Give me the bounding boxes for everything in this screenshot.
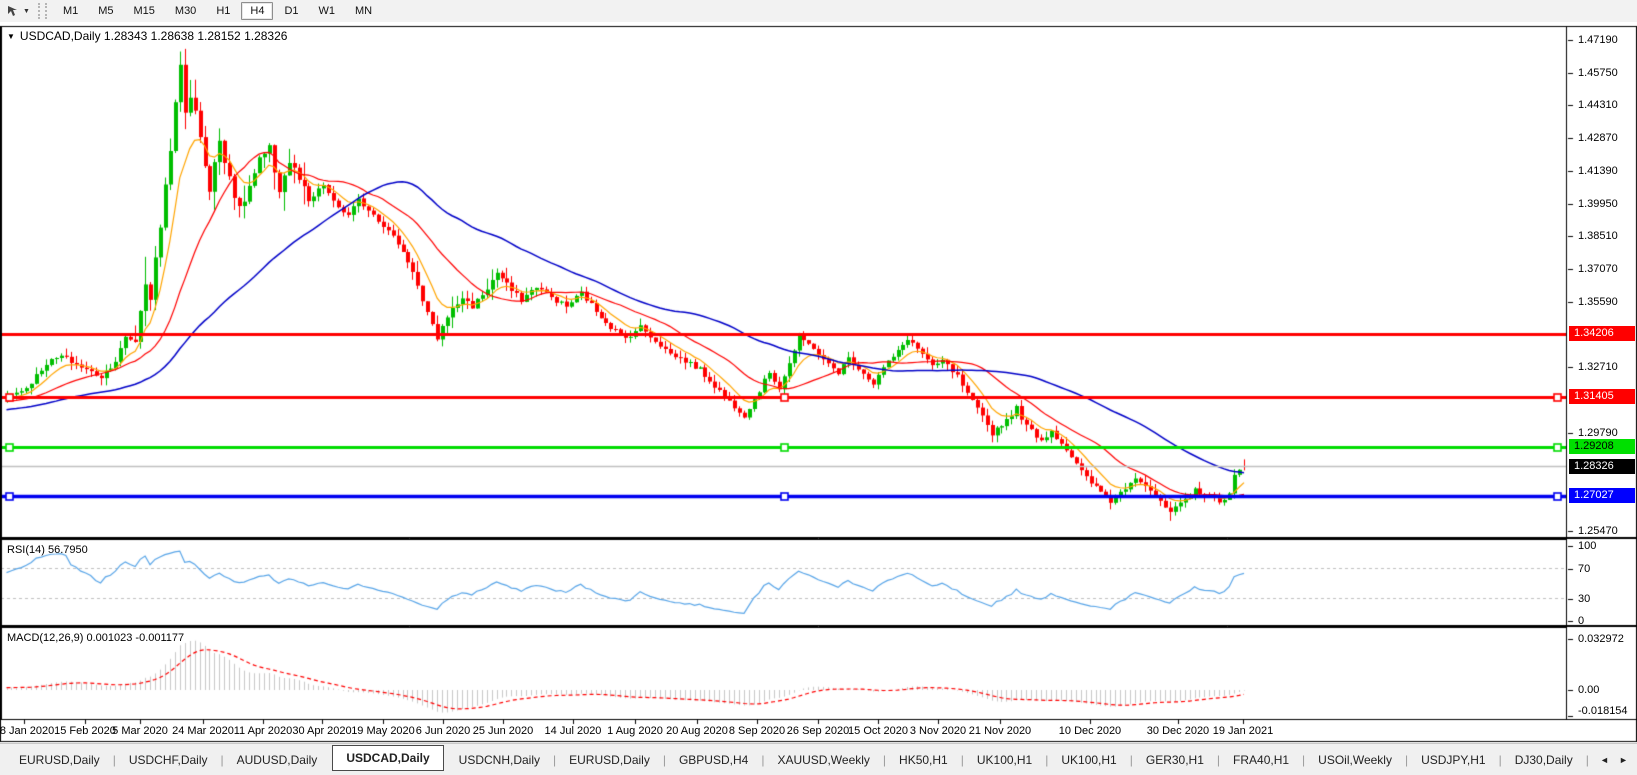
chart-window: ▼ USDCAD,Daily 1.28343 1.28638 1.28152 1.… [0,22,1637,743]
tab-eurusd-daily[interactable]: EURUSD,Daily [556,744,663,775]
timeframe-button-m30[interactable]: M30 [166,2,205,20]
tabs-scroll-right-icon[interactable]: ► [1619,755,1628,765]
timeframe-button-h1[interactable]: H1 [207,2,239,20]
tab-audusd-daily[interactable]: AUDUSD,Daily [224,744,331,775]
tab-label: XAUUSD,Weekly [777,752,870,767]
tab-fra40-h1[interactable]: FRA40,H1 [1220,744,1302,775]
tab-gbpusd-h4[interactable]: GBPUSD,H4 [666,744,761,775]
timeframe-button-d1[interactable]: D1 [275,2,307,20]
chart-tool-icon[interactable] [3,3,23,19]
tab-usdjpy-h1[interactable]: USDJPY,H1 [1408,744,1498,775]
tab-label: GBPUSD,H4 [678,752,749,767]
timeframe-button-h4[interactable]: H4 [241,2,274,20]
tab-ger30-h1[interactable]: GER30,H1 [1133,744,1217,775]
tab-label: FRA40,H1 [1233,752,1290,767]
tab-uk100-h1[interactable]: UK100,H1 [964,744,1045,775]
tab-label: USDJPY,H1 [1421,752,1486,767]
timeframe-button-m1[interactable]: M1 [54,2,87,20]
tab-usdchf-daily[interactable]: USDCHF,Daily [116,744,221,775]
tab-label: USDCAD,Daily [346,751,430,765]
tab-hk50-h1[interactable]: HK50,H1 [886,744,961,775]
tab-usoil-weekly[interactable]: USOil,Weekly [1305,744,1405,775]
tab-label: USDCNH,Daily [458,752,541,767]
timeframe-button-mn[interactable]: MN [346,2,381,20]
tab-eurusd-daily[interactable]: EURUSD,Daily [6,744,113,775]
tab-label: EURUSD,Daily [19,752,100,767]
timeframe-button-m5[interactable]: M5 [89,2,122,20]
tab-label: UK100,H1 [1061,752,1117,767]
tab-dj30-daily[interactable]: DJ30,Daily [1502,744,1586,775]
tab-xauusd-weekly[interactable]: XAUUSD,Weekly [764,744,882,775]
tab-label: EURUSD,Daily [569,752,650,767]
tab-label: USOil,Weekly [1318,752,1392,767]
symbol-tabbar: EURUSD,Daily | USDCHF,Daily | AUDUSD,Daily US… [0,743,1637,775]
tab-usdcnh-daily[interactable]: USDCNH,Daily [446,744,553,775]
toolbar-grip[interactable] [37,3,47,19]
tab-uk100-h1[interactable]: UK100,H1 [1048,744,1129,775]
tab-label: GER30,H1 [1145,752,1204,767]
tab-label: USDCHF,Daily [128,752,208,767]
timeframe-button-w1[interactable]: W1 [310,2,345,20]
tabs-scroll-left-icon[interactable]: ◄ [1600,755,1609,765]
timeframe-button-m15[interactable]: M15 [125,2,164,20]
tab-label: HK50,H1 [899,752,948,767]
tab-label: DJ30,Daily [1514,752,1573,767]
timeframe-toolbar: ▼ M1 M5 M15 M30 H1 H4 D1 W1 MN [0,0,1637,23]
chart-canvas[interactable] [0,22,1637,743]
chevron-down-icon[interactable]: ▼ [23,8,30,15]
tab-label: UK100,H1 [976,752,1033,767]
tab-label: AUDUSD,Daily [236,752,318,767]
tab-china300-h1[interactable]: CHINA300,H1 [1589,744,1595,775]
tab-usdcad-daily[interactable]: USDCAD,Daily [332,745,444,771]
